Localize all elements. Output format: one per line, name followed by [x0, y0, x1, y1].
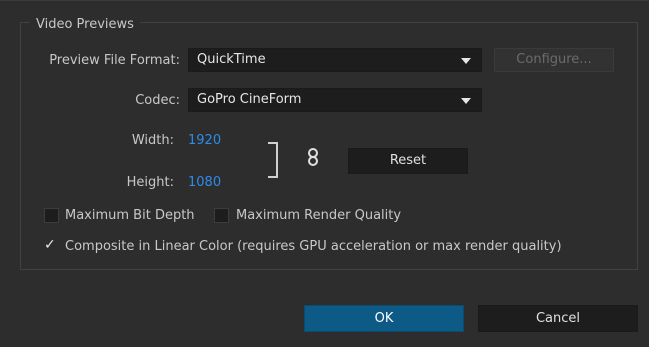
codec-dropdown[interactable]: GoPro CineForm [188, 88, 482, 112]
preview-file-format-value: QuickTime [197, 52, 266, 67]
video-previews-dialog: Video Previews Preview File Format: Quic… [0, 0, 649, 347]
chevron-down-icon [461, 58, 471, 64]
max-bit-depth-checkbox[interactable] [44, 208, 59, 223]
width-label: Width: [131, 133, 174, 148]
max-bit-depth-label: Maximum Bit Depth [65, 208, 195, 223]
max-render-quality-label: Maximum Render Quality [236, 208, 402, 223]
codec-label: Codec: [135, 93, 180, 108]
cancel-button[interactable]: Cancel [478, 305, 638, 332]
preview-file-format-label: Preview File Format: [49, 53, 180, 68]
group-title: Video Previews [30, 17, 140, 32]
height-value[interactable]: 1080 [188, 175, 221, 190]
preview-file-format-dropdown[interactable]: QuickTime [188, 48, 482, 72]
ok-button[interactable]: OK [304, 305, 464, 332]
width-value[interactable]: 1920 [188, 133, 221, 148]
max-render-quality-checkbox[interactable] [214, 208, 229, 223]
chain-link-icon[interactable] [306, 147, 320, 167]
chevron-down-icon [461, 98, 471, 104]
height-label: Height: [126, 175, 174, 190]
checkmark-icon[interactable]: ✓ [44, 237, 56, 253]
aspect-bracket [268, 142, 278, 178]
configure-button[interactable]: Configure... [494, 48, 614, 72]
composite-linear-color-label: Composite in Linear Color (requires GPU … [65, 239, 562, 254]
reset-button[interactable]: Reset [348, 148, 468, 174]
codec-value: GoPro CineForm [197, 92, 302, 107]
